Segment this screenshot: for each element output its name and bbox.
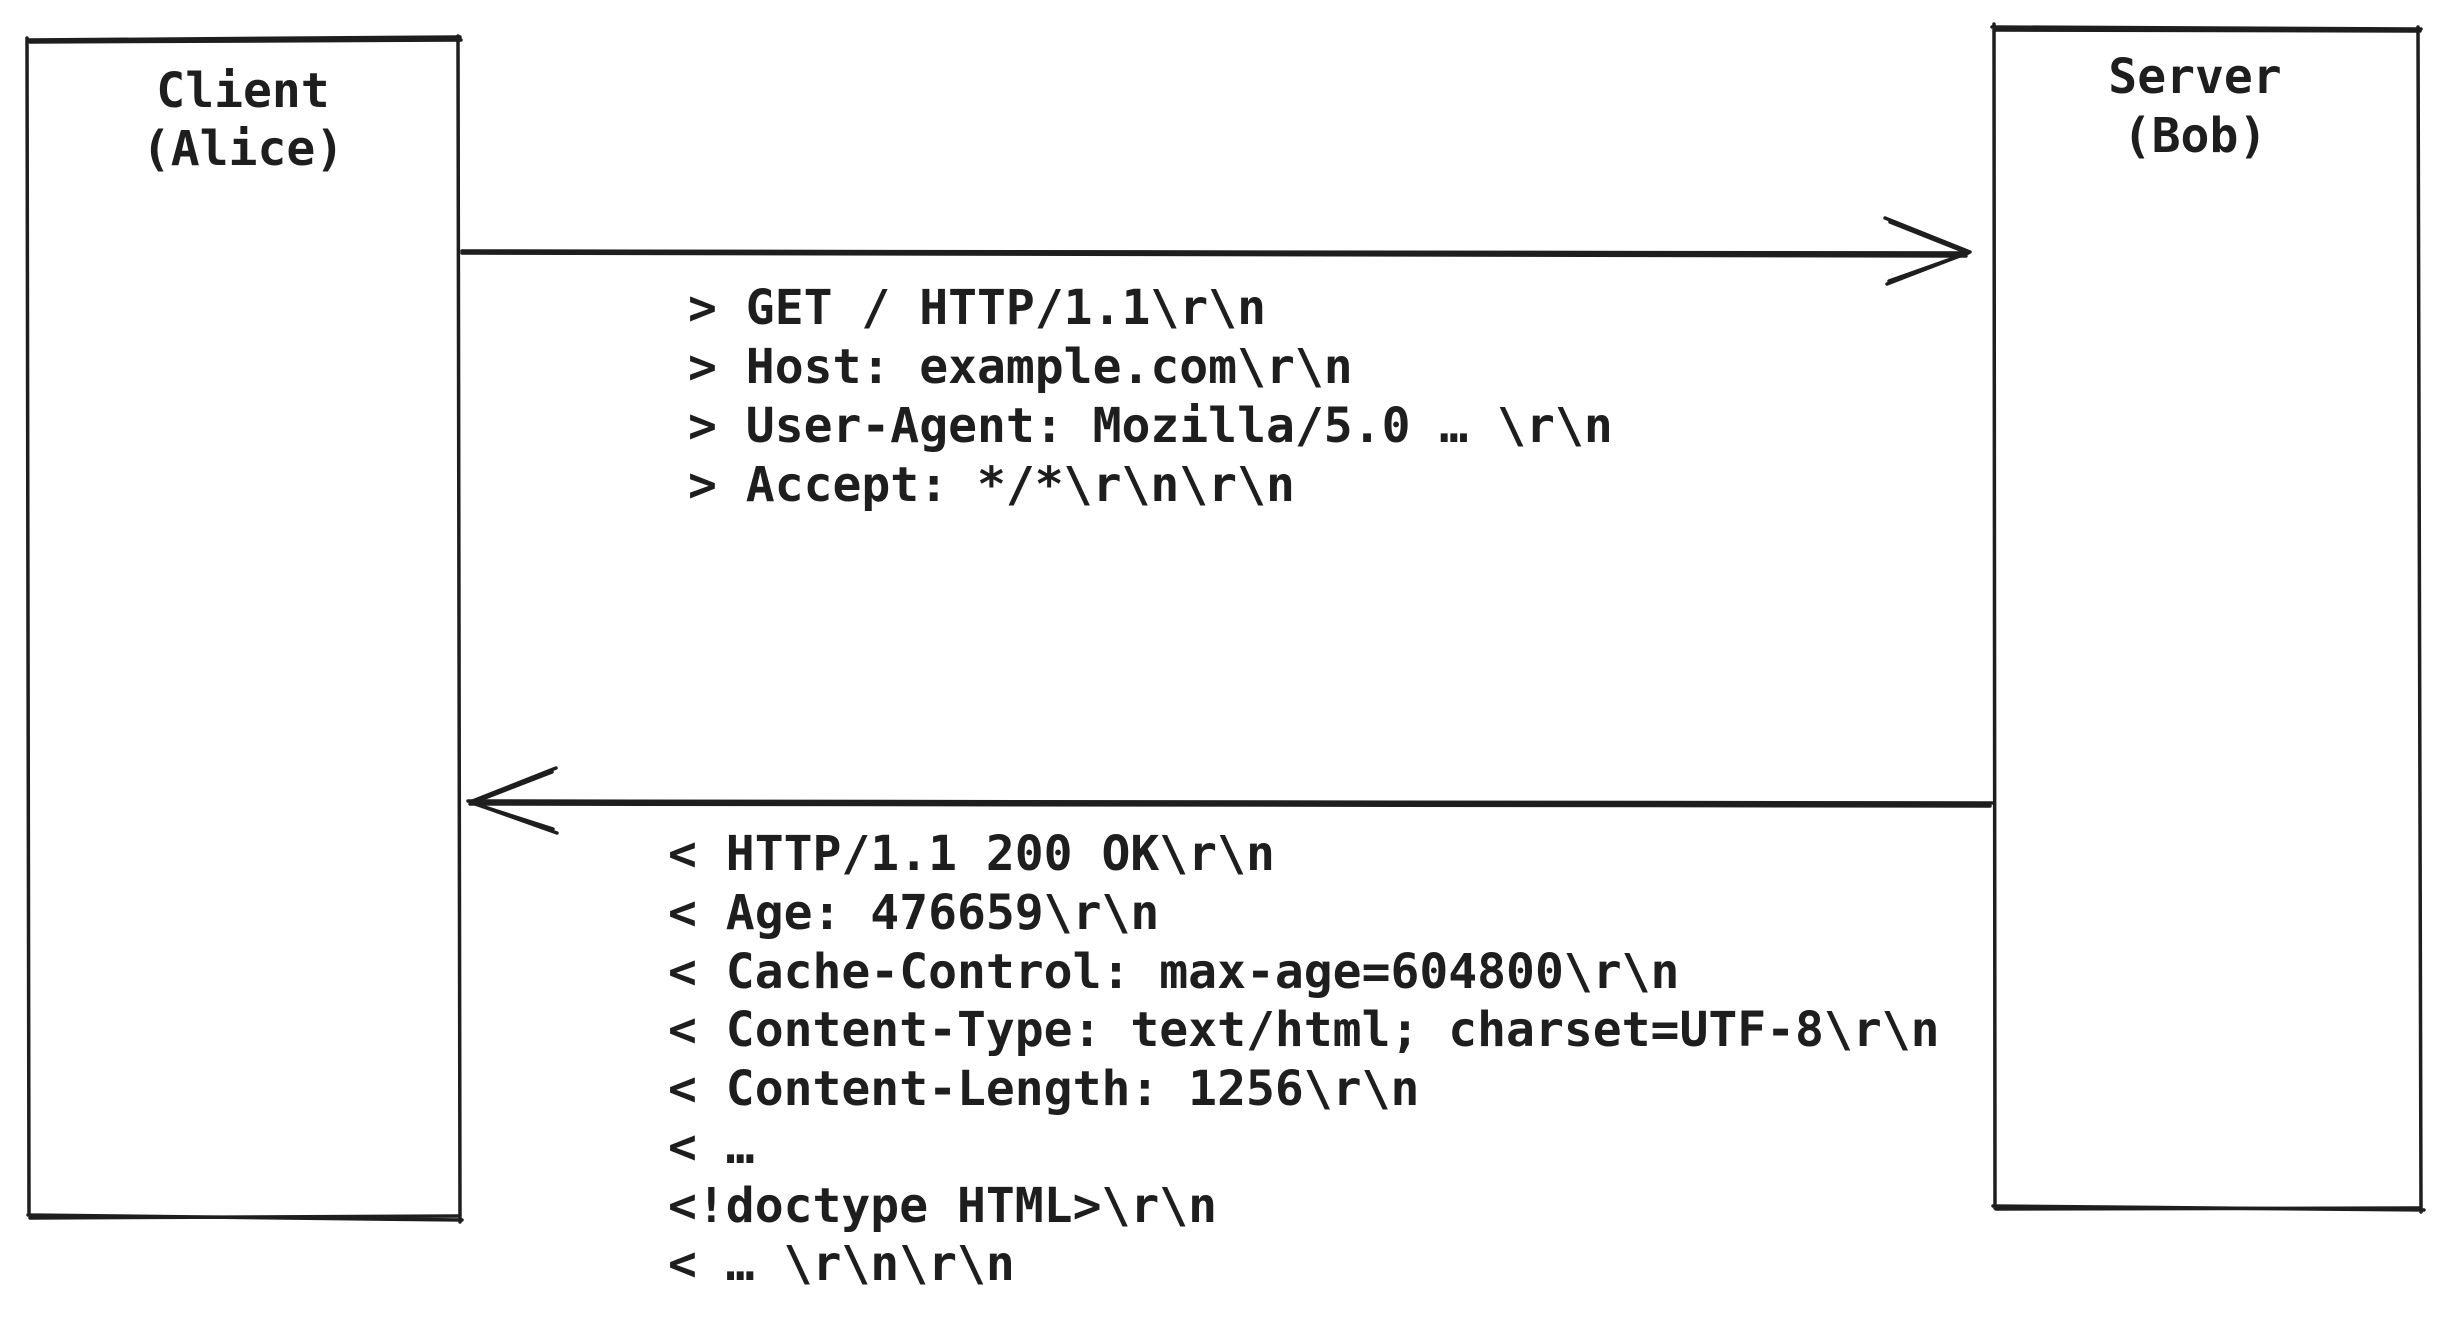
client-box: Client (Alice) (25, 34, 464, 1224)
response-line-7: <!doctype HTML>\r\n (668, 1178, 1217, 1234)
server-box: Server (Bob) (1990, 22, 2426, 1214)
request-line-2: > Host: example.com\r\n (688, 339, 1353, 395)
request-arrow (460, 216, 1972, 286)
server-title-line1: Server (2108, 49, 2281, 105)
client-title-line2: (Alice) (142, 121, 344, 177)
client-title-line1: Client (156, 63, 329, 119)
server-title-line2: (Bob) (2123, 108, 2268, 164)
response-line-1: < HTTP/1.1 200 OK\r\n (668, 826, 1275, 882)
request-line-3: > User-Agent: Mozilla/5.0 … \r\n (688, 398, 1613, 454)
request-message: > GET / HTTP/1.1\r\n > Host: example.com… (688, 280, 1613, 513)
request-line-4: > Accept: */*\r\n\r\n (688, 457, 1295, 513)
response-line-6: < … (668, 1119, 755, 1175)
response-line-2: < Age: 476659\r\n (668, 885, 1159, 941)
response-message: < HTTP/1.1 200 OK\r\n < Age: 476659\r\n … (668, 826, 1940, 1292)
response-line-8: < … \r\n\r\n (668, 1236, 1015, 1292)
response-line-3: < Cache-Control: max-age=604800\r\n (668, 944, 1679, 1000)
http-sequence-diagram: Client (Alice) Server (Bob) > GET / HTTP… (25, 22, 2426, 1292)
request-line-1: > GET / HTTP/1.1\r\n (688, 280, 1266, 336)
response-line-4: < Content-Type: text/html; charset=UTF-8… (668, 1002, 1940, 1058)
response-line-5: < Content-Length: 1256\r\n (668, 1061, 1419, 1117)
response-arrow (466, 766, 1994, 835)
